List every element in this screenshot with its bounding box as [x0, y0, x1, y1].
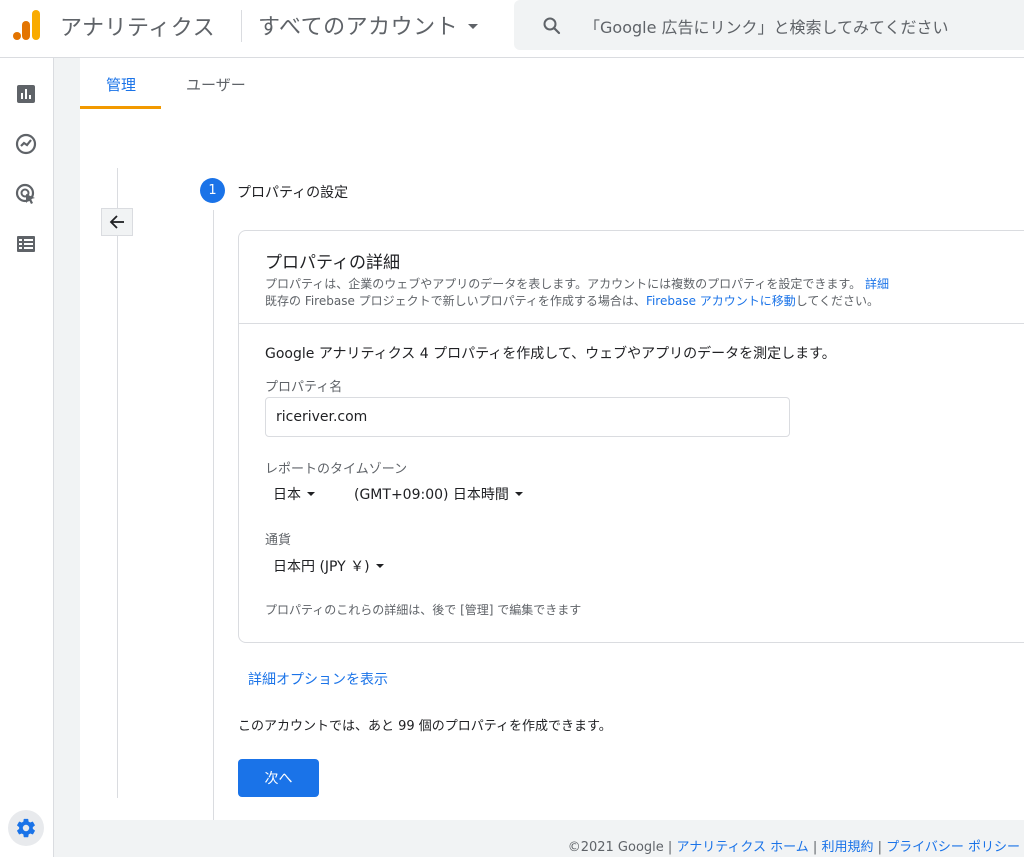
firebase-text-prefix: 既存の Firebase プロジェクトで新しいプロパティを作成する場合は、 [265, 294, 646, 308]
analytics-home-link[interactable]: アナリティクス ホーム [676, 840, 808, 855]
next-button[interactable]: 次へ [238, 759, 319, 797]
currency-label: 通貨 [265, 533, 292, 548]
caret-down-icon [514, 492, 523, 496]
arrow-left-icon [109, 215, 124, 229]
title-divider [241, 10, 242, 42]
outer-guide-line [117, 168, 118, 798]
footer-separator: | [812, 840, 818, 855]
edit-later-note: プロパティのこれらの詳細は、後で [管理] で編集できます [265, 603, 582, 617]
firebase-text-suffix: してください。 [795, 294, 880, 308]
card-header: プロパティの詳細 プロパティは、企業のウェブやアプリのデータを表します。アカウン… [239, 231, 1024, 324]
copyright: ©2021 Google [567, 840, 664, 855]
back-button[interactable] [101, 208, 133, 236]
caret-down-icon [307, 492, 315, 496]
timezone-country-value: 日本 [273, 487, 301, 503]
admin-tabs: 管理 ユーザー [80, 58, 1024, 110]
search-bar[interactable]: 「Google 広告にリンク」と検索してみてください [514, 0, 1024, 50]
footer-separator: | [667, 840, 673, 855]
terms-link[interactable]: 利用規約 [821, 840, 873, 855]
tab-admin[interactable]: 管理 [106, 74, 136, 95]
learn-more-link[interactable]: 詳細 [865, 277, 889, 291]
privacy-policy-link[interactable]: プライバシー ポリシー [886, 840, 1020, 855]
description-text: プロパティは、企業のウェブやアプリのデータを表します。アカウントには複数のプロパ… [265, 277, 862, 291]
currency-select[interactable]: 日本円 (JPY ￥) [273, 556, 384, 576]
timezone-value: (GMT+09:00) 日本時間 [354, 487, 509, 503]
account-selector-label: すべてのアカウント [258, 15, 459, 40]
intro-text: Google アナリティクス 4 プロパティを作成して、ウェブやアプリのデータを… [265, 346, 836, 362]
footer: ©2021 Google | アナリティクス ホーム | 利用規約 | プライバ… [568, 836, 1020, 855]
property-name-input[interactable] [265, 397, 790, 437]
step-title: プロパティの設定 [237, 185, 349, 201]
active-tab-indicator [80, 106, 161, 109]
property-name-label: プロパティ名 [265, 380, 343, 395]
left-navigation [0, 58, 54, 857]
firebase-account-link[interactable]: Firebase アカウントに移動 [646, 294, 796, 308]
top-bar: アナリティクス すべてのアカウント 「Google 広告にリンク」と検索してみて… [0, 0, 1024, 58]
search-icon [542, 16, 562, 36]
timezone-select[interactable]: (GMT+09:00) 日本時間 [354, 484, 523, 504]
tab-user[interactable]: ユーザー [186, 74, 246, 95]
property-details-card: プロパティの詳細 プロパティは、企業のウェブやアプリのデータを表します。アカウン… [238, 230, 1024, 643]
currency-value: 日本円 (JPY ￥) [273, 559, 370, 575]
step-number-badge: 1 [200, 178, 225, 203]
explore-icon[interactable] [14, 132, 38, 156]
search-placeholder[interactable]: 「Google 広告にリンク」と検索してみてください [584, 14, 949, 38]
show-advanced-options-link[interactable]: 詳細オプションを表示 [248, 669, 388, 689]
advertising-icon[interactable] [14, 182, 38, 206]
admin-settings-button[interactable] [8, 810, 44, 846]
analytics-logo[interactable] [12, 9, 42, 41]
remaining-properties-text: このアカウントでは、あと 99 個のプロパティを作成できます。 [238, 719, 612, 734]
gear-icon [17, 818, 35, 838]
timezone-country-select[interactable]: 日本 [273, 484, 315, 504]
reports-icon[interactable] [14, 82, 38, 106]
step-guide-line [213, 210, 214, 820]
card-title: プロパティの詳細 [265, 253, 400, 273]
card-description-line-1: プロパティは、企業のウェブやアプリのデータを表します。アカウントには複数のプロパ… [265, 275, 889, 292]
account-selector[interactable]: すべてのアカウント [258, 8, 479, 42]
caret-down-icon [375, 564, 384, 568]
configure-icon[interactable] [14, 232, 38, 256]
footer-separator: | [877, 840, 882, 855]
card-description-line-2: 既存の Firebase プロジェクトで新しいプロパティを作成する場合は、Fir… [265, 292, 879, 309]
timezone-label: レポートのタイムゾーン [265, 462, 408, 477]
app-title: アナリティクス [60, 16, 216, 41]
caret-down-icon [468, 24, 479, 29]
